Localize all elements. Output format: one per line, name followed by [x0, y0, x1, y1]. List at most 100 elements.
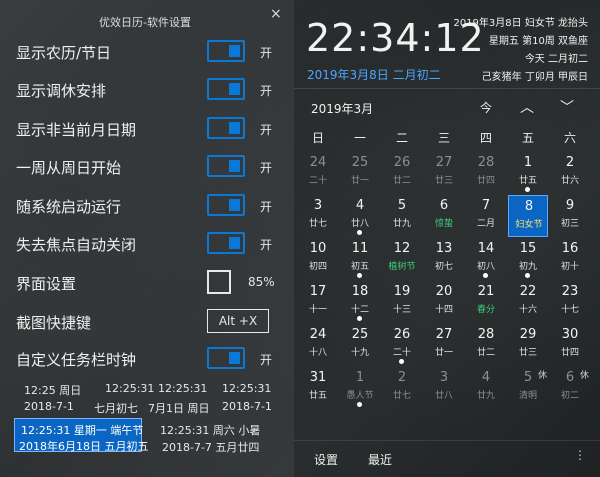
- autostart-toggle[interactable]: [207, 194, 245, 216]
- setting-label: 显示农历/节日: [16, 44, 112, 62]
- lunar-label: 十二: [350, 305, 369, 315]
- info-line-4: 己亥猪年 丁卯月 甲辰日: [481, 72, 588, 83]
- lunar-toggle[interactable]: [207, 40, 245, 62]
- day-cell[interactable]: 28 廿二: [466, 324, 506, 366]
- day-cell[interactable]: 6 惊蛰: [424, 195, 464, 237]
- format-option-selected[interactable]: 12:25:31 星期一 端午节 2018年6月18日 五月初五: [14, 418, 149, 453]
- lunar-label: 廿五: [518, 176, 537, 186]
- month-title[interactable]: 2019年3月: [311, 100, 373, 117]
- lunar-label: 廿四: [560, 348, 579, 358]
- day-number: 16: [561, 241, 579, 256]
- setting-row-autoclose: 失去焦点自动关闭 开: [16, 231, 286, 257]
- format-option-2-line2[interactable]: 七月初七: [94, 400, 138, 416]
- day-cell[interactable]: 9 初三: [550, 195, 590, 237]
- prev-month-icon[interactable]: ︿: [520, 97, 534, 117]
- day-cell[interactable]: 3 廿八: [424, 367, 464, 409]
- event-dot-icon: [357, 316, 362, 321]
- day-cell[interactable]: 5 廿九: [382, 195, 422, 237]
- today-button[interactable]: 今: [480, 99, 492, 116]
- format-option-6-line2[interactable]: 2018-7-7 五月廿四: [162, 439, 259, 455]
- lunar-label: 廿二: [392, 176, 411, 186]
- close-icon[interactable]: ×: [270, 6, 282, 22]
- day-number: 31: [309, 370, 327, 385]
- day-cell[interactable]: 28 廿四: [466, 152, 506, 194]
- lunar-label: 十一: [308, 305, 327, 315]
- format-option-3-line1[interactable]: 12:25:31: [158, 382, 207, 395]
- day-cell[interactable]: 24 十八: [298, 324, 338, 366]
- holiday-shift-toggle[interactable]: [207, 78, 245, 100]
- format-option-4-line2[interactable]: 2018-7-1: [222, 400, 272, 413]
- day-cell[interactable]: 13 初七: [424, 238, 464, 280]
- event-dot-icon: [525, 187, 530, 192]
- day-cell-today[interactable]: 8 妇女节: [508, 195, 548, 237]
- autoclose-toggle[interactable]: [207, 232, 245, 254]
- day-cell[interactable]: 7 二月: [466, 195, 506, 237]
- day-cell[interactable]: 2 廿七: [382, 367, 422, 409]
- day-cell[interactable]: 14 初八: [466, 238, 506, 280]
- day-cell[interactable]: 4 廿九: [466, 367, 506, 409]
- weekday-label: 日: [311, 131, 324, 145]
- toggle-knob: [229, 160, 240, 172]
- day-cell[interactable]: 6 初二休: [550, 367, 590, 409]
- day-cell[interactable]: 20 十四: [424, 281, 464, 323]
- lunar-label: 十六: [518, 305, 537, 315]
- day-number: 28: [477, 155, 495, 170]
- lunar-label: 廿一: [350, 176, 369, 186]
- lunar-label: 廿九: [476, 391, 495, 401]
- day-cell[interactable]: 12 植树节: [382, 238, 422, 280]
- day-cell[interactable]: 23 十七: [550, 281, 590, 323]
- lunar-label: 初五: [350, 262, 369, 272]
- event-dot-icon: [399, 359, 404, 364]
- format-option-6-line1[interactable]: 12:25:31 周六 小暑: [160, 422, 260, 438]
- format-option-3-line2[interactable]: 7月1日 周日: [148, 400, 210, 416]
- day-cell[interactable]: 22 十六: [508, 281, 548, 323]
- day-cell[interactable]: 11 初五: [340, 238, 380, 280]
- info-line-2: 星期五 第10周 双鱼座: [488, 36, 588, 47]
- other-month-toggle[interactable]: [207, 117, 245, 139]
- format-option-4-line1[interactable]: 12:25:31: [222, 382, 271, 395]
- taskbar-clock-toggle[interactable]: [207, 347, 245, 369]
- day-cell[interactable]: 21 春分: [466, 281, 506, 323]
- day-cell[interactable]: 25 十九: [340, 324, 380, 366]
- day-number: 1: [523, 155, 533, 170]
- day-cell[interactable]: 26 二十: [382, 324, 422, 366]
- day-cell[interactable]: 30 廿四: [550, 324, 590, 366]
- day-cell[interactable]: 26 廿二: [382, 152, 422, 194]
- day-number: 21: [477, 284, 495, 299]
- day-cell[interactable]: 24 二十: [298, 152, 338, 194]
- day-cell[interactable]: 31 廿五: [298, 367, 338, 409]
- day-cell[interactable]: 29 廿三: [508, 324, 548, 366]
- format-option-1-line2[interactable]: 2018-7-1: [24, 400, 74, 413]
- day-number: 20: [435, 284, 453, 299]
- week-start-toggle[interactable]: [207, 155, 245, 177]
- format-option-2-line1[interactable]: 12:25:31: [105, 382, 154, 395]
- day-cell[interactable]: 2 廿六: [550, 152, 590, 194]
- recent-button[interactable]: 最近: [368, 451, 392, 468]
- day-cell[interactable]: 15 初九: [508, 238, 548, 280]
- day-cell[interactable]: 4 廿八: [340, 195, 380, 237]
- day-cell[interactable]: 3 廿七: [298, 195, 338, 237]
- more-icon[interactable]: ⋮: [574, 448, 586, 462]
- settings-button[interactable]: 设置: [314, 451, 338, 468]
- appearance-checkbox[interactable]: [207, 270, 231, 294]
- day-cell[interactable]: 5 清明休: [508, 367, 548, 409]
- info-line-3: 今天 二月初二: [524, 54, 588, 65]
- day-cell[interactable]: 19 十三: [382, 281, 422, 323]
- day-cell[interactable]: 27 廿一: [424, 324, 464, 366]
- lunar-label: 十四: [434, 305, 453, 315]
- today-date-link[interactable]: 2019年3月8日 二月初二: [307, 66, 441, 83]
- day-cell[interactable]: 25 廿一: [340, 152, 380, 194]
- next-month-icon[interactable]: ﹀: [560, 97, 574, 117]
- holiday-badge: 休: [537, 371, 547, 381]
- day-cell[interactable]: 1 廿五: [508, 152, 548, 194]
- format-option-1-line1[interactable]: 12:25 周日: [24, 382, 81, 398]
- calendar-panel: 22:34:12 2019年3月8日 二月初二 2019年3月8日 妇女节 龙抬…: [294, 0, 600, 477]
- day-cell[interactable]: 27 廿三: [424, 152, 464, 194]
- hotkey-input[interactable]: Alt +X: [207, 309, 269, 333]
- day-cell[interactable]: 18 十二: [340, 281, 380, 323]
- day-cell[interactable]: 1 愚人节: [340, 367, 380, 409]
- day-cell[interactable]: 16 初十: [550, 238, 590, 280]
- day-cell[interactable]: 10 初四: [298, 238, 338, 280]
- setting-label: 自定义任务栏时钟: [16, 351, 137, 369]
- day-cell[interactable]: 17 十一: [298, 281, 338, 323]
